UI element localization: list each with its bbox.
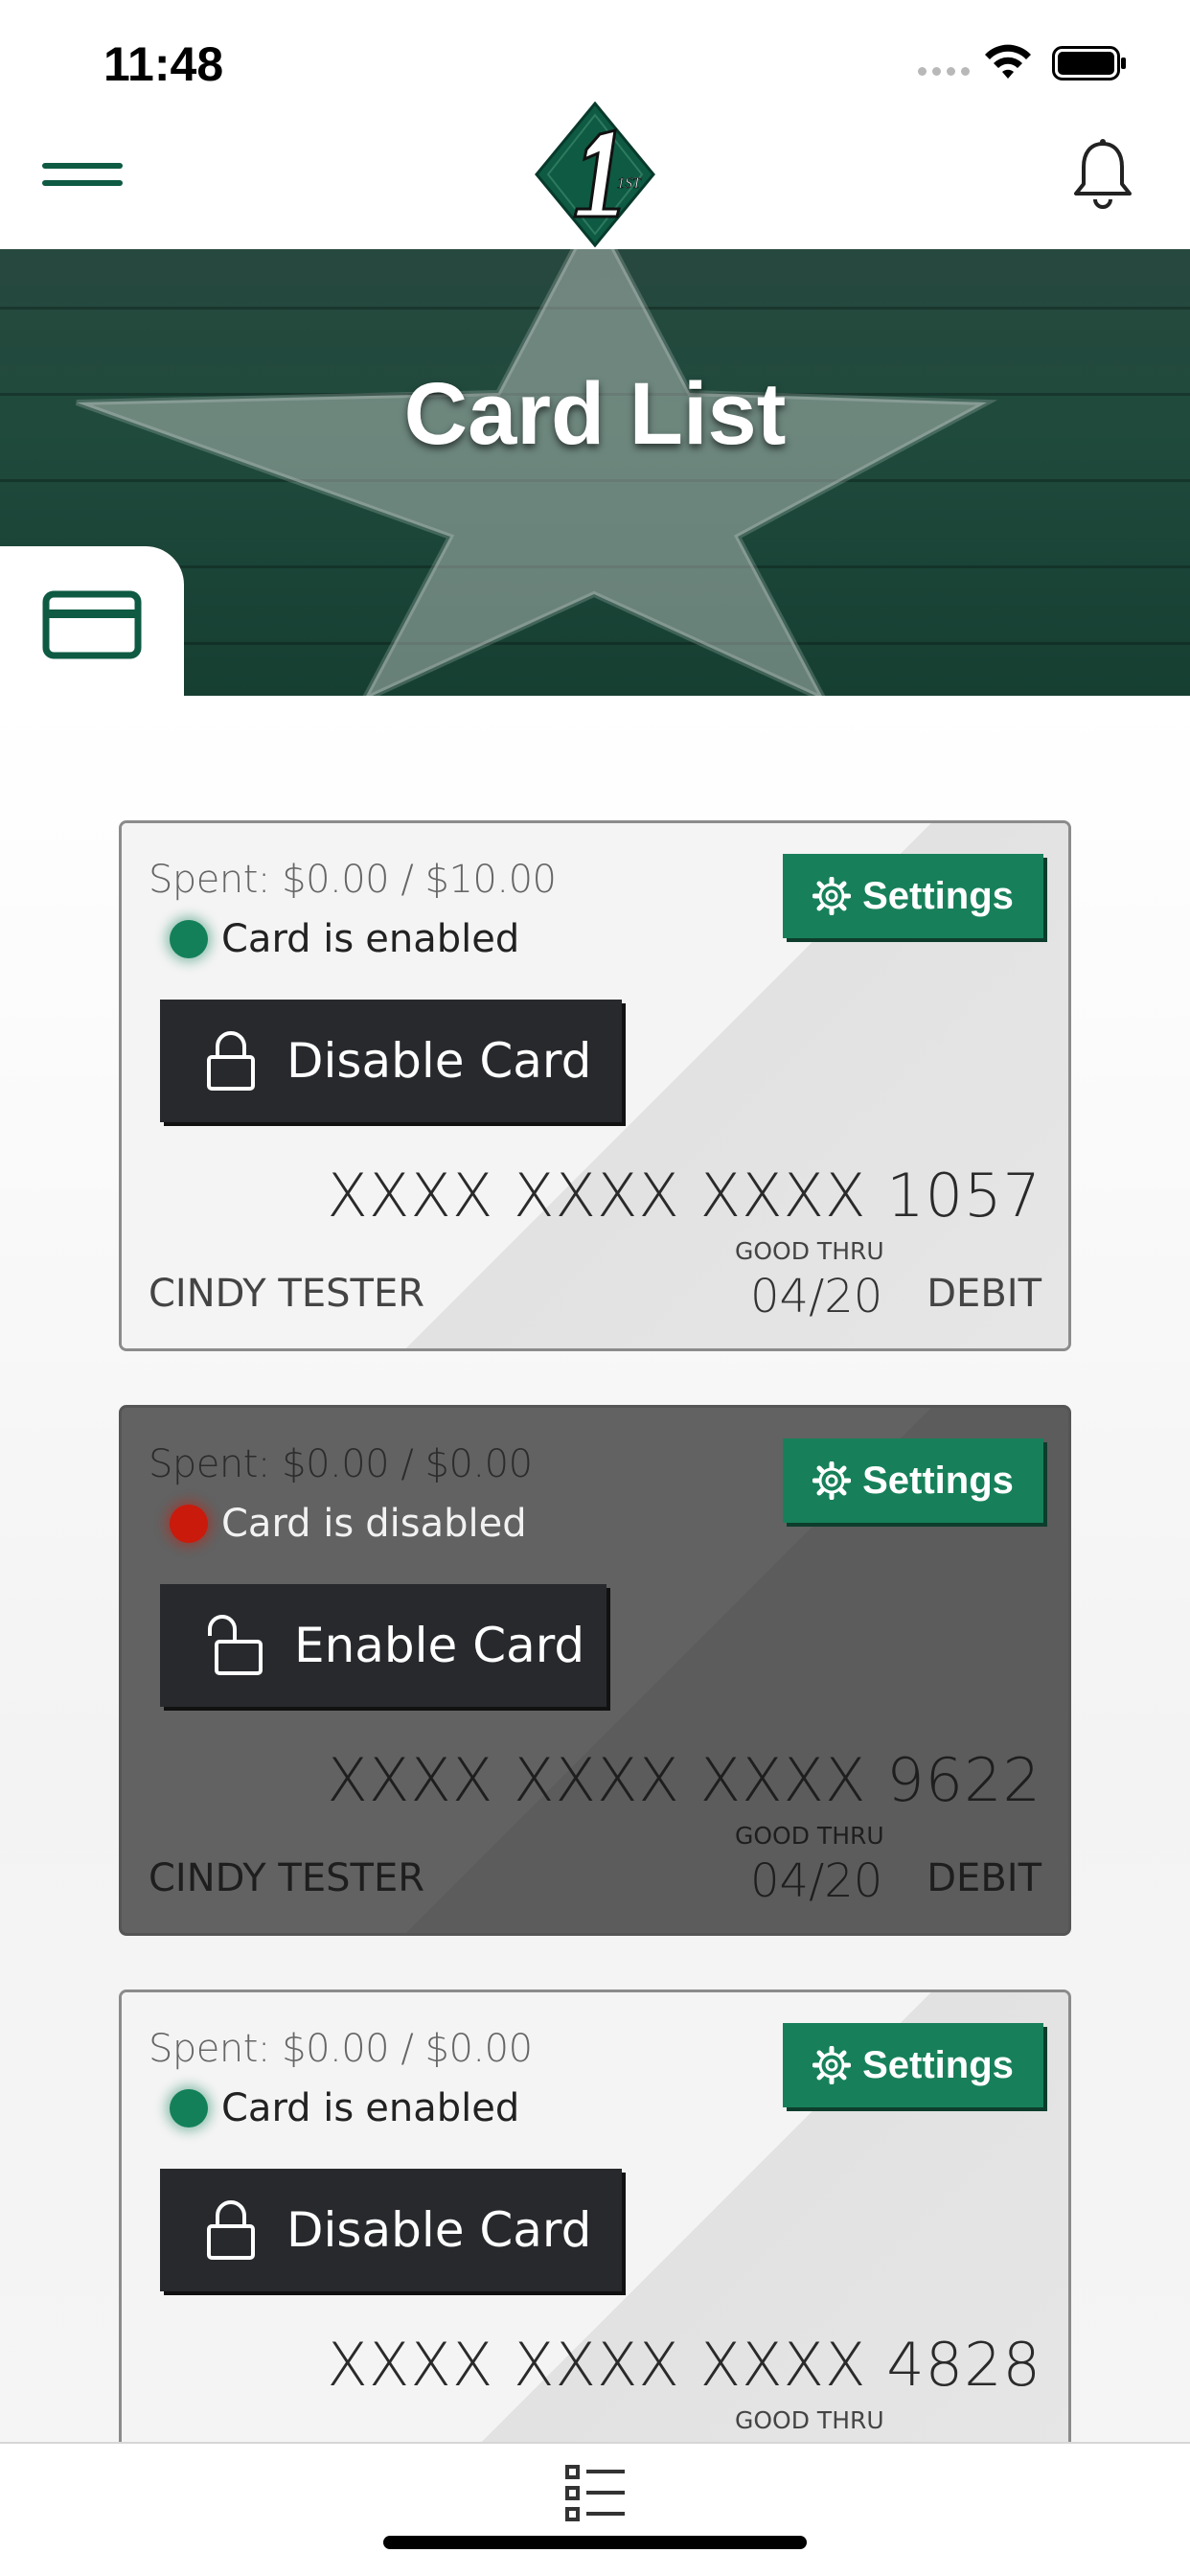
card-holder-name: CINDY TESTER [149, 1272, 425, 1316]
card-item: Spent: $0.00 / $0.00 Card is disabled En… [119, 1405, 1071, 1936]
list-icon[interactable] [565, 2463, 627, 2524]
logo-text: 1ST [617, 175, 642, 192]
lock-icon [207, 2200, 255, 2260]
gear-icon [812, 877, 852, 915]
status-indicator-enabled [170, 920, 208, 958]
spent-amount: Spent: $0.00 / $0.00 [149, 1442, 533, 1486]
card-status: Card is enabled [170, 917, 519, 961]
status-indicator-enabled [170, 2089, 208, 2128]
settings-button[interactable]: Settings [783, 1438, 1043, 1523]
card-status: Card is disabled [170, 1502, 527, 1546]
settings-label: Settings [862, 1459, 1014, 1502]
good-thru-label: GOOD THRU [735, 1237, 884, 1265]
settings-button[interactable]: Settings [783, 2023, 1043, 2107]
good-thru-label: GOOD THRU [735, 2406, 884, 2434]
card-item: Spent: $0.00 / $10.00 Card is enabled Di… [119, 820, 1071, 1351]
page-title: Card List [403, 365, 787, 463]
disable-card-label: Disable Card [286, 1033, 592, 1089]
card-number: XXXX XXXX XXXX 9622 [327, 1745, 1041, 1815]
battery-icon [1052, 46, 1126, 80]
status-indicator-disabled [170, 1505, 208, 1543]
card-number: XXXX XXXX XXXX 4828 [327, 2330, 1041, 2400]
unlock-icon [208, 1615, 263, 1675]
settings-label: Settings [862, 874, 1014, 917]
status-word: enabled [365, 917, 520, 961]
card-item: Spent: $0.00 / $0.00 Card is enabled Dis… [119, 1990, 1071, 2520]
status-prefix: Card is [221, 1502, 355, 1546]
bell-icon[interactable] [1071, 138, 1134, 211]
status-prefix: Card is [221, 917, 355, 961]
bank-logo[interactable]: 1ST [533, 102, 657, 247]
card-type: DEBIT [927, 1272, 1041, 1316]
enable-card-button[interactable]: Enable Card [160, 1584, 606, 1707]
card-expiry: 04/20 [750, 1270, 883, 1323]
status-word: disabled [365, 1502, 527, 1546]
lock-icon [207, 1031, 255, 1091]
status-word: enabled [365, 2086, 520, 2130]
good-thru-label: GOOD THRU [735, 1822, 884, 1850]
card-expiry: 04/20 [750, 1854, 883, 1908]
card-holder-name: CINDY TESTER [149, 1856, 425, 1900]
card-list[interactable]: Spent: $0.00 / $10.00 Card is enabled Di… [0, 696, 1190, 2520]
spent-amount: Spent: $0.00 / $0.00 [149, 2027, 533, 2071]
status-prefix: Card is [221, 2086, 355, 2130]
spent-amount: Spent: $0.00 / $10.00 [149, 858, 557, 902]
gear-icon [812, 1461, 852, 1500]
card-number: XXXX XXXX XXXX 1057 [327, 1161, 1041, 1230]
enable-card-label: Enable Card [294, 1618, 585, 1673]
disable-card-button[interactable]: Disable Card [160, 2169, 622, 2291]
card-type: DEBIT [927, 1856, 1041, 1900]
gear-icon [812, 2046, 852, 2084]
card-status: Card is enabled [170, 2086, 519, 2130]
settings-label: Settings [862, 2043, 1014, 2086]
wifi-icon [985, 44, 1031, 79]
hamburger-menu-icon[interactable] [42, 163, 123, 192]
settings-button[interactable]: Settings [783, 854, 1043, 938]
cellular-signal-icon [918, 67, 970, 76]
disable-card-button[interactable]: Disable Card [160, 1000, 622, 1122]
credit-card-icon [42, 590, 142, 659]
home-indicator [383, 2536, 807, 2549]
disable-card-label: Disable Card [286, 2202, 592, 2258]
status-time: 11:48 [103, 37, 224, 91]
